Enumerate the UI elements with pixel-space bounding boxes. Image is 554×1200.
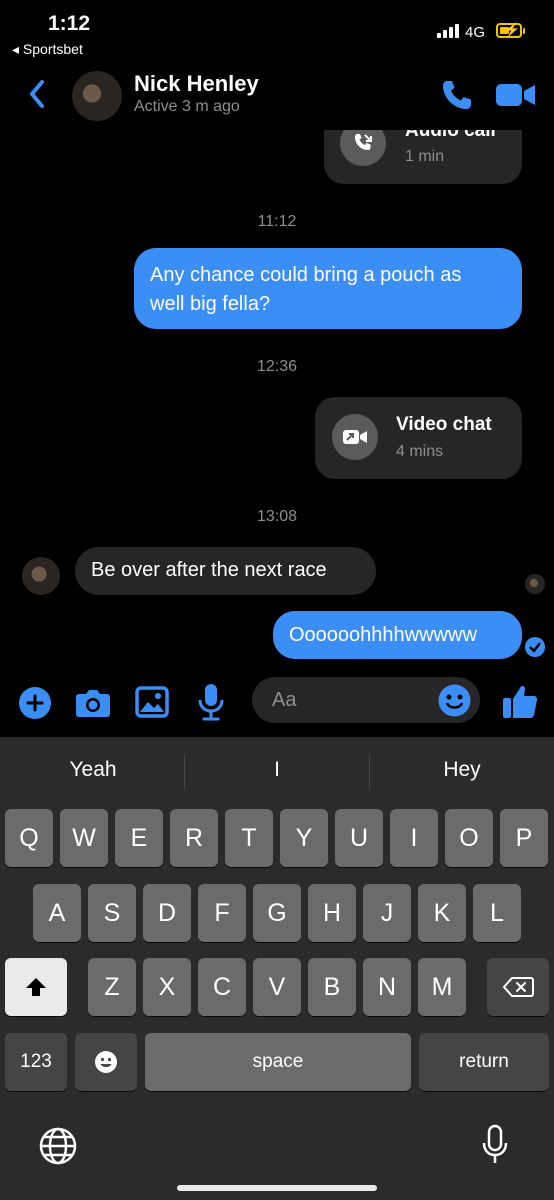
numbers-key[interactable]: 123 — [5, 1033, 67, 1091]
return-key[interactable]: return — [419, 1033, 549, 1091]
message-input-placeholder: Aa — [272, 689, 297, 711]
status-time: 1:12 — [48, 12, 91, 35]
home-indicator[interactable] — [177, 1185, 377, 1191]
network-type: 4G — [465, 24, 486, 41]
key[interactable]: O — [445, 809, 493, 867]
battery-icon: ⚡ — [496, 22, 522, 38]
suggestion-divider — [369, 755, 370, 789]
key[interactable]: Y — [280, 809, 328, 867]
message-line: well big fella? — [150, 293, 271, 315]
camera-icon[interactable] — [75, 687, 111, 719]
key[interactable]: H — [308, 884, 356, 942]
key[interactable]: W — [60, 809, 108, 867]
suggestion-divider — [184, 755, 185, 789]
timestamp: 12:36 — [256, 358, 298, 375]
timestamp: 13:08 — [256, 508, 298, 525]
video-chat-duration: 4 mins — [396, 443, 444, 460]
incoming-message[interactable]: Be over after the next race — [75, 547, 376, 595]
message-text: Be over after the next race — [91, 559, 327, 581]
key[interactable]: P — [500, 809, 548, 867]
emoji-icon[interactable] — [438, 684, 471, 717]
key[interactable]: V — [253, 958, 301, 1016]
key[interactable]: J — [363, 884, 411, 942]
key[interactable]: Q — [5, 809, 53, 867]
key[interactable]: Z — [88, 958, 136, 1016]
key[interactable]: E — [115, 809, 163, 867]
suggestion[interactable]: I — [197, 758, 357, 782]
backspace-key[interactable] — [487, 958, 549, 1016]
emoji-keyboard-key[interactable] — [75, 1033, 137, 1091]
contact-status: Active 3 m ago — [134, 98, 240, 115]
suggestion[interactable]: Yeah — [13, 758, 173, 782]
globe-icon[interactable] — [39, 1127, 77, 1165]
key[interactable]: N — [363, 958, 411, 1016]
read-receipt-icon — [525, 637, 545, 657]
key[interactable]: B — [308, 958, 356, 1016]
video-camera-icon[interactable] — [496, 82, 536, 108]
message-line: Any chance could bring a pouch as — [150, 264, 462, 286]
thumbs-up-icon[interactable] — [502, 682, 538, 720]
key[interactable]: C — [198, 958, 246, 1016]
key[interactable]: L — [473, 884, 521, 942]
outgoing-message[interactable]: Oooooohhhhwwwww — [273, 611, 522, 659]
key[interactable]: M — [418, 958, 466, 1016]
key[interactable]: I — [390, 809, 438, 867]
signal-icon — [437, 24, 459, 38]
back-to-app-link[interactable]: ◂ Sportsbet — [12, 41, 83, 58]
microphone-icon[interactable] — [197, 682, 225, 722]
timestamp: 11:12 — [257, 213, 297, 230]
seen-avatar — [525, 574, 545, 594]
photo-gallery-icon[interactable] — [135, 686, 169, 718]
key[interactable]: F — [198, 884, 246, 942]
key[interactable]: A — [33, 884, 81, 942]
outgoing-message[interactable]: Any chance could bring a pouch as well b… — [134, 248, 522, 329]
audio-call-duration: 1 min — [405, 148, 445, 165]
key[interactable]: T — [225, 809, 273, 867]
key[interactable]: U — [335, 809, 383, 867]
plus-icon[interactable] — [19, 687, 51, 719]
backspace-icon — [502, 977, 534, 997]
key[interactable]: D — [143, 884, 191, 942]
back-chevron-icon[interactable] — [22, 74, 52, 114]
contact-avatar-small — [22, 557, 60, 595]
key[interactable]: K — [418, 884, 466, 942]
key[interactable]: S — [88, 884, 136, 942]
battery-tip — [523, 28, 525, 34]
contact-name[interactable]: Nick Henley — [134, 71, 259, 97]
phone-icon[interactable] — [440, 78, 474, 112]
emoji-face-icon — [95, 1051, 117, 1073]
message-text: Oooooohhhhwwwww — [289, 624, 477, 646]
shift-arrow-icon — [26, 978, 46, 996]
video-chat-title: Video chat — [396, 414, 492, 435]
shift-key[interactable] — [5, 958, 67, 1016]
dictation-mic-icon[interactable] — [481, 1124, 509, 1166]
key[interactable]: X — [143, 958, 191, 1016]
key[interactable]: R — [170, 809, 218, 867]
key[interactable]: G — [253, 884, 301, 942]
space-key[interactable]: space — [145, 1033, 411, 1091]
suggestion[interactable]: Hey — [382, 758, 542, 782]
contact-avatar[interactable] — [72, 71, 122, 121]
video-chat-card[interactable]: Video chat 4 mins — [315, 397, 522, 479]
video-chat-icon — [332, 414, 378, 460]
